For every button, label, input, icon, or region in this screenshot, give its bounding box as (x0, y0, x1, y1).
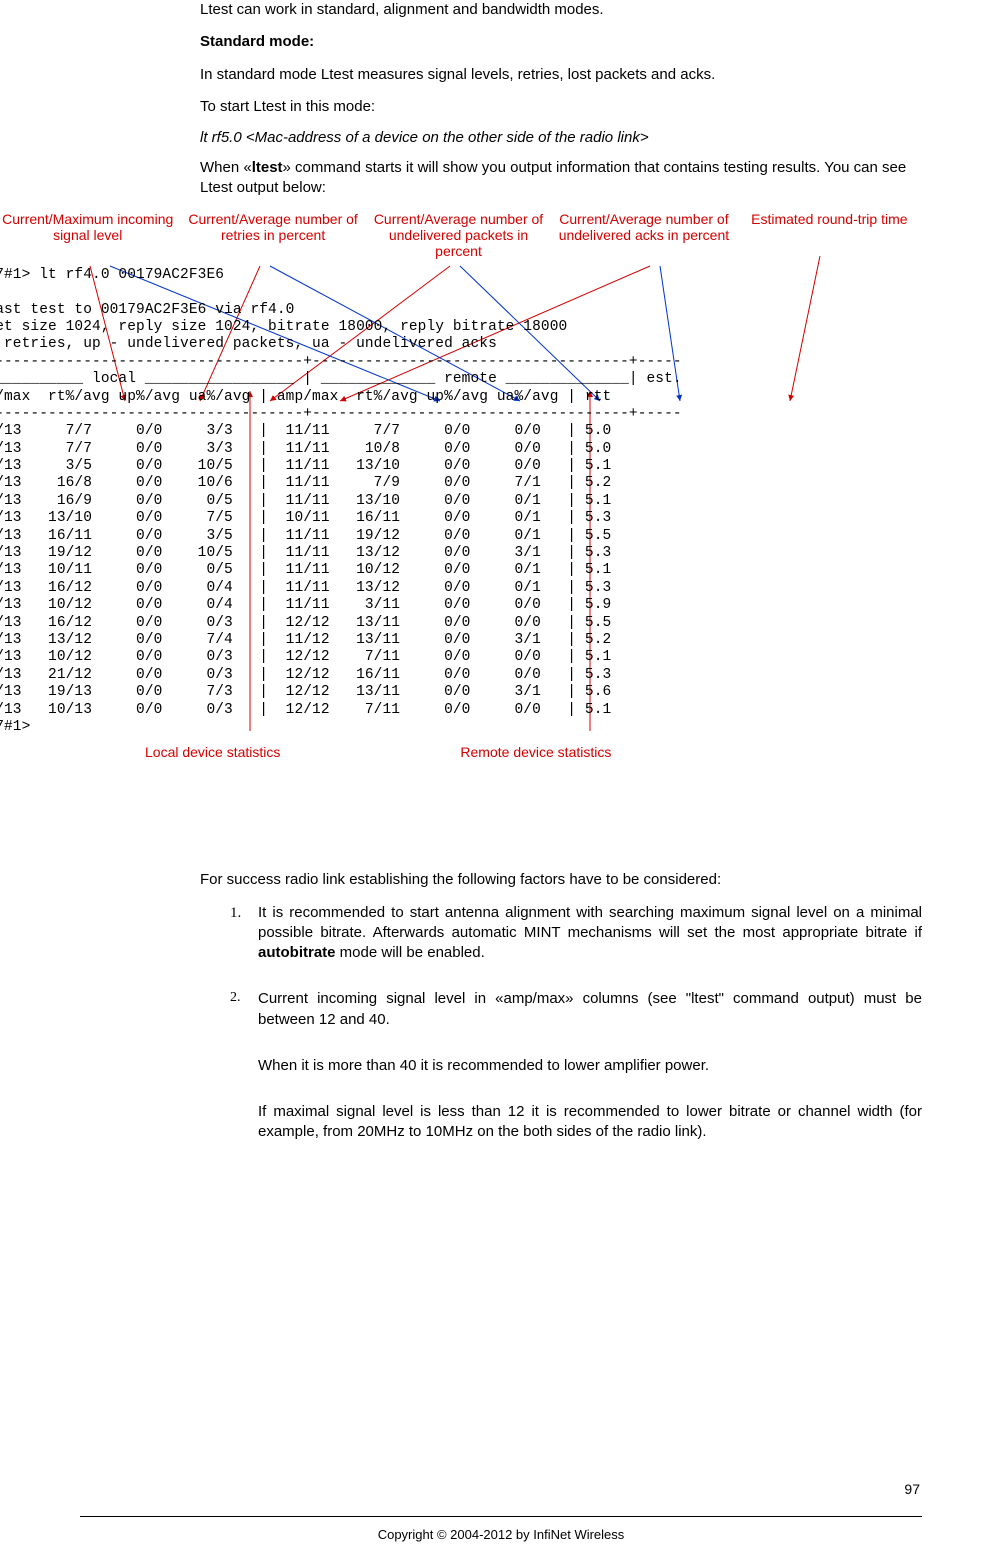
label-undelivered-packets: Current/Average number of undelivered pa… (366, 211, 551, 259)
intro-p4: When «ltest» command starts it will show… (200, 158, 922, 199)
sub-paragraph: If maximal signal level is less than 12 … (258, 1102, 922, 1143)
intro-p2: In standard mode Ltest measures signal l… (200, 65, 922, 85)
intro-p3: To start Ltest in this mode: (200, 97, 922, 117)
body2-intro: For success radio link establishing the … (200, 870, 922, 890)
page-number: 97 (904, 1481, 920, 1497)
label-amp-max: Current/Maximum incoming signal level (0, 211, 180, 259)
sub-paragraph: When it is more than 40 it is recommende… (258, 1056, 922, 1076)
label-undelivered-acks: Current/Average number of undelivered ac… (551, 211, 736, 259)
footer-copyright: Copyright © 2004-2012 by InfiNet Wireles… (0, 1527, 1002, 1542)
console-output: Node7#1> lt rf4.0 00179AC2F3E6 Unicast t… (0, 267, 922, 737)
annotated-console: Current/Maximum incoming signal level Cu… (0, 211, 922, 761)
list-item: 1. It is recommended to start antenna al… (230, 903, 922, 964)
list-item: 2. Current incoming signal level in «amp… (230, 989, 922, 1030)
footer-rule (80, 1516, 922, 1517)
command-line: lt rf5.0 <Mac-address of a device on the… (200, 129, 922, 146)
heading-standard-mode: Standard mode: (200, 32, 922, 52)
intro-p1: Ltest can work in standard, alignment an… (200, 0, 922, 20)
label-rtt: Estimated round-trip time (737, 211, 922, 259)
label-retries: Current/Average number of retries in per… (180, 211, 365, 259)
label-local-stats: Local device statistics (145, 744, 280, 760)
bottom-annotation-labels: Local device statistics Remote device st… (0, 744, 922, 760)
top-annotation-labels: Current/Maximum incoming signal level Cu… (0, 211, 922, 259)
label-remote-stats: Remote device statistics (460, 744, 611, 760)
